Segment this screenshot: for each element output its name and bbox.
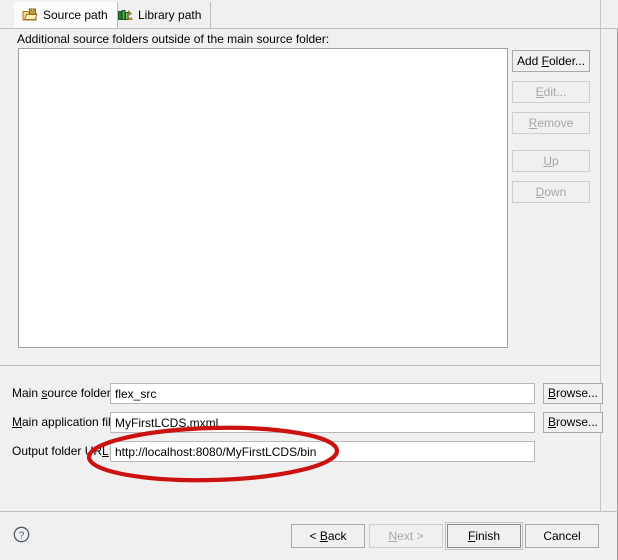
tab-strip: Source path Library path	[0, 0, 618, 29]
books-icon	[117, 8, 133, 22]
browse-application-file-button[interactable]: Browse...	[543, 412, 603, 433]
output-folder-url-input[interactable]	[110, 441, 535, 462]
output-folder-url-label: Output folder URL:	[12, 444, 112, 458]
move-down-button[interactable]: Down	[512, 181, 590, 203]
browse-source-folder-button[interactable]: Browse...	[543, 383, 603, 404]
help-circle-icon[interactable]: ?	[13, 526, 30, 543]
section-separator	[0, 365, 601, 366]
tab-library-path-label: Library path	[138, 8, 202, 22]
tab-source-path[interactable]: Source path	[14, 2, 118, 28]
tab-library-path[interactable]: Library path	[109, 2, 212, 28]
tab-underline	[0, 28, 618, 29]
svg-text:?: ?	[19, 530, 25, 541]
finish-button[interactable]: Finish	[445, 522, 523, 550]
wizard-dialog: Source path Library path Additional sour…	[0, 0, 618, 560]
folder-package-icon	[22, 8, 38, 22]
cancel-button[interactable]: Cancel	[525, 524, 599, 548]
main-application-file-input[interactable]	[110, 412, 535, 433]
remove-button[interactable]: Remove	[512, 112, 590, 134]
tab-source-path-label: Source path	[43, 8, 108, 22]
edit-button[interactable]: Edit...	[512, 81, 590, 103]
main-source-folder-label: Main source folder:	[12, 386, 115, 400]
next-button[interactable]: Next >	[369, 524, 443, 548]
main-source-folder-input[interactable]	[110, 383, 535, 404]
back-button[interactable]: < Back	[291, 524, 365, 548]
additional-source-folders-list[interactable]	[18, 48, 508, 348]
add-folder-button[interactable]: Add Folder...	[512, 50, 590, 72]
move-up-button[interactable]: Up	[512, 150, 590, 172]
main-application-file-label: Main application file:	[12, 415, 121, 429]
bottom-separator	[0, 511, 618, 512]
panel-divider	[600, 0, 601, 511]
instruction-label: Additional source folders outside of the…	[17, 32, 330, 46]
